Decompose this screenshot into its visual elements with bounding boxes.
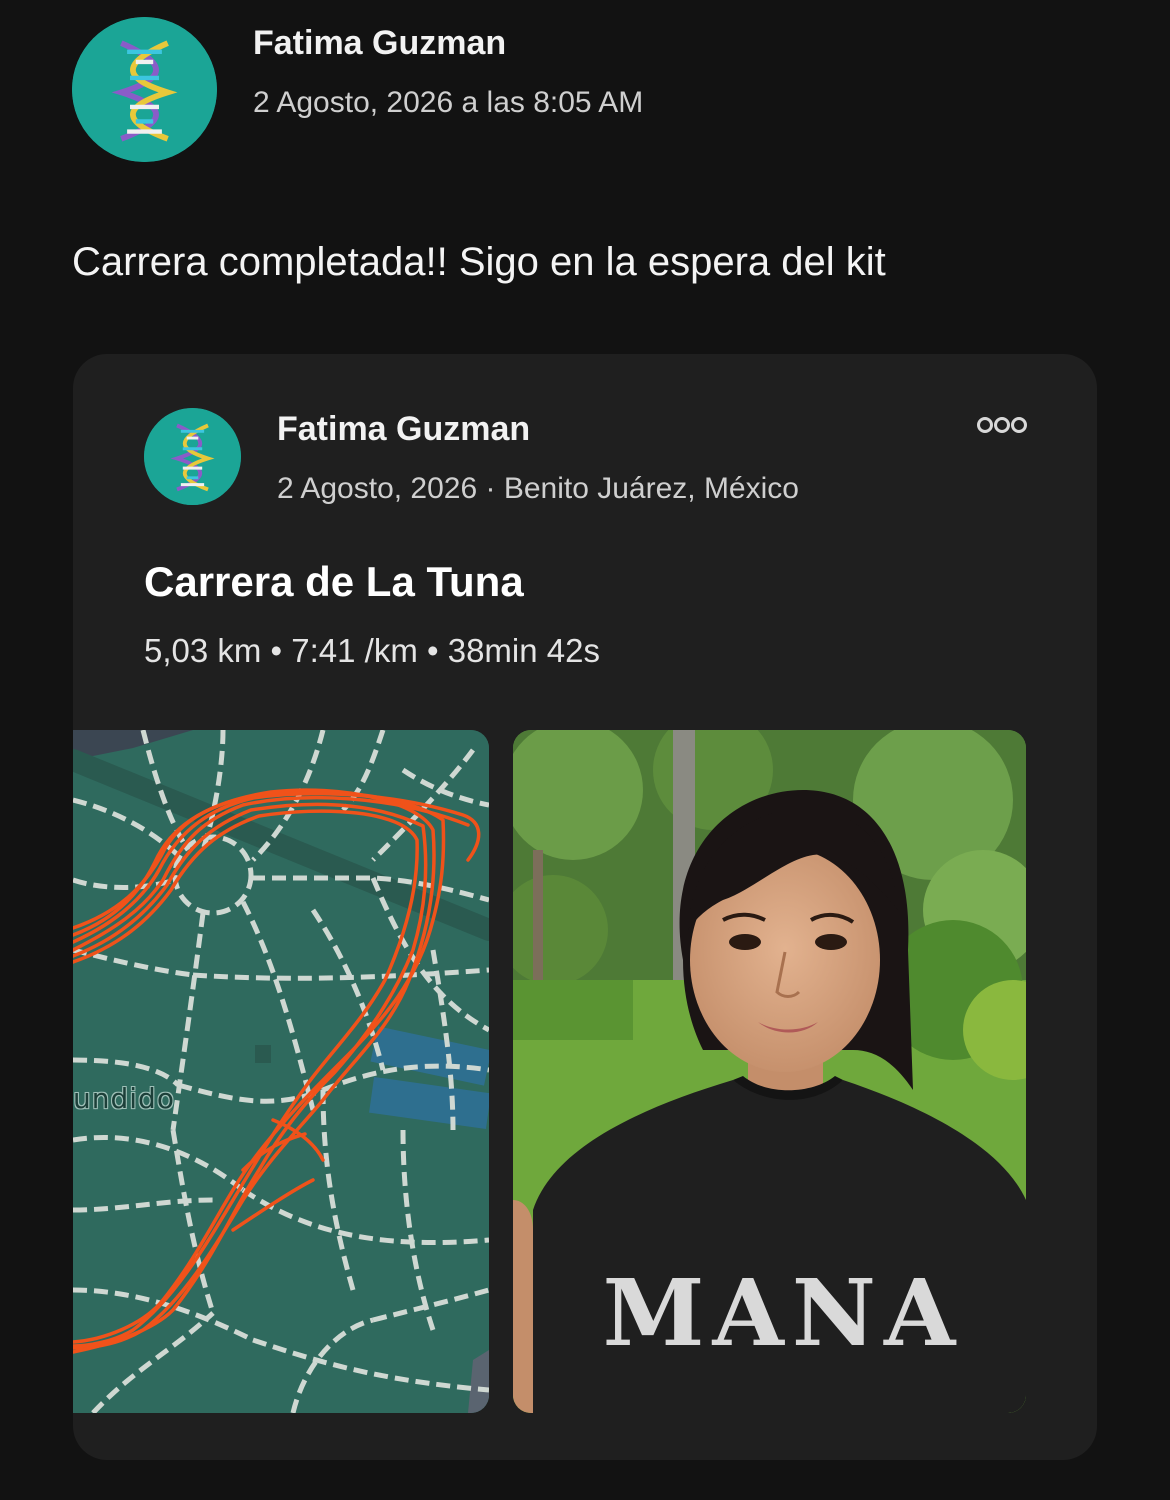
activity-date-location: 2 Agosto, 2026 · Benito Juárez, México — [277, 472, 799, 505]
dna-icon — [144, 408, 241, 505]
activity-author-avatar[interactable] — [144, 408, 241, 505]
more-options-icon — [977, 417, 1027, 433]
activity-photo[interactable]: MANA — [513, 730, 1026, 1413]
activity-title[interactable]: Carrera de La Tuna — [144, 558, 524, 606]
post-text: Carrera completada!! Sigo en la espera d… — [72, 240, 886, 284]
route-map[interactable]: undido — [73, 730, 489, 1413]
dna-icon — [72, 17, 217, 162]
author-avatar[interactable] — [72, 17, 217, 162]
route-map-graphic — [73, 730, 489, 1413]
selfie-photo: MANA — [513, 730, 1026, 1413]
post-timestamp: 2 Agosto, 2026 a las 8:05 AM — [253, 86, 644, 119]
map-place-label: undido — [73, 1082, 175, 1115]
activity-stats: 5,03 km • 7:41 /km • 38min 42s — [144, 632, 600, 669]
activity-author-name[interactable]: Fatima Guzman — [277, 410, 530, 449]
more-options-button[interactable] — [975, 412, 1029, 438]
shirt-print: MANA — [603, 1259, 964, 1367]
activity-card[interactable]: Fatima Guzman 2 Agosto, 2026 · Benito Ju… — [73, 354, 1097, 1460]
author-name[interactable]: Fatima Guzman — [253, 24, 506, 63]
